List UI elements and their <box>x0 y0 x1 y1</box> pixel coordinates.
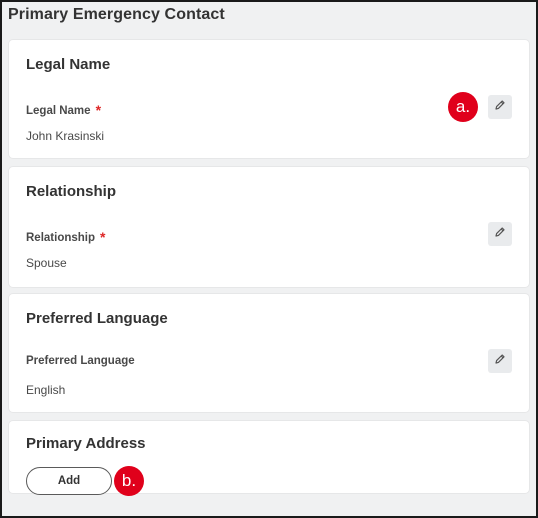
callout-a: a. <box>448 92 478 122</box>
legal-name-field-label: Legal Name * <box>26 101 102 118</box>
relationship-edit-button[interactable] <box>488 222 512 246</box>
preferred-language-label-text: Preferred Language <box>26 355 135 367</box>
preferred-language-value: English <box>26 383 66 397</box>
legal-name-card: Legal Name Legal Name * John Krasinski a. <box>9 40 529 158</box>
legal-name-label-text: Legal Name <box>26 105 91 117</box>
legal-name-edit-button[interactable] <box>488 95 512 119</box>
page-title: Primary Emergency Contact <box>8 6 225 23</box>
preferred-language-card: Preferred Language Preferred Language En… <box>9 294 529 412</box>
preferred-language-edit-button[interactable] <box>488 349 512 373</box>
pencil-icon <box>494 352 506 370</box>
add-address-button[interactable]: Add <box>26 467 112 495</box>
preferred-language-field-label: Preferred Language <box>26 355 135 367</box>
relationship-value: Spouse <box>26 256 67 270</box>
preferred-language-section-title: Preferred Language <box>26 310 168 327</box>
relationship-field-label: Relationship * <box>26 228 106 245</box>
required-asterisk: * <box>100 229 106 245</box>
legal-name-value: John Krasinski <box>26 129 105 143</box>
pencil-icon <box>494 225 506 243</box>
relationship-label-text: Relationship <box>26 232 96 244</box>
app-window: Primary Emergency Contact Legal Name Leg… <box>0 0 538 518</box>
primary-address-section-title: Primary Address <box>26 435 146 452</box>
legal-name-section-title: Legal Name <box>26 56 111 73</box>
primary-address-card: Primary Address Add b. <box>9 421 529 496</box>
required-asterisk: * <box>95 102 102 118</box>
relationship-card: Relationship Relationship * Spouse <box>9 167 529 287</box>
pencil-icon <box>494 98 506 116</box>
relationship-section-title: Relationship <box>26 183 117 200</box>
callout-b: b. <box>114 466 144 496</box>
